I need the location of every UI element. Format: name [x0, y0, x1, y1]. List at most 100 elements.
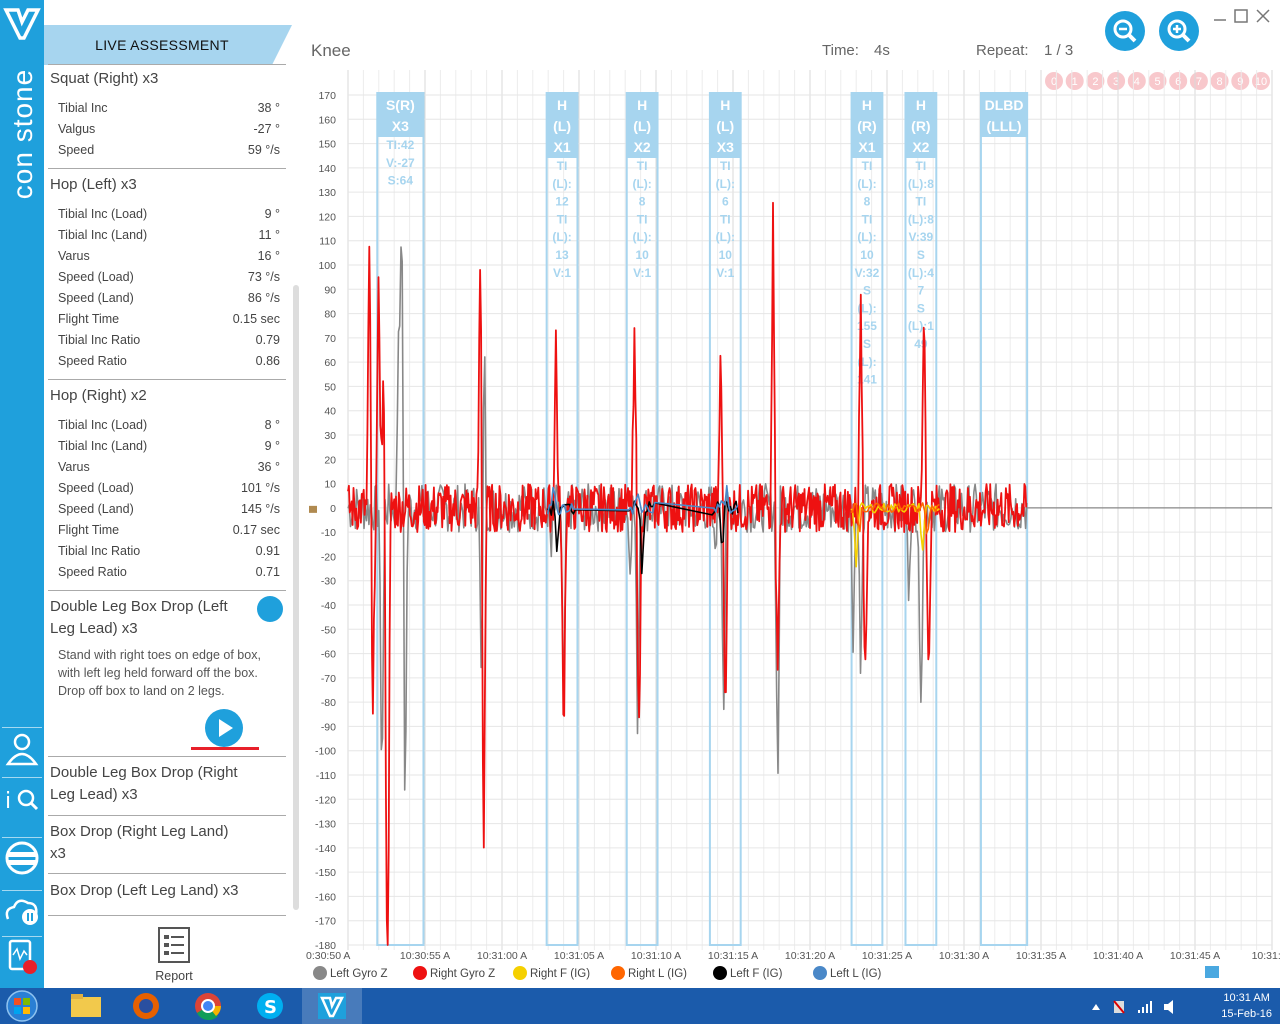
marker-label: 2: [1092, 76, 1098, 88]
x-tick-label: 10:31:40 A: [1093, 950, 1143, 962]
test-zone-label: S(R): [386, 97, 415, 113]
y-tick-label: 0: [330, 503, 336, 515]
test-zone-value: (L):: [632, 230, 651, 244]
test-zone-label: (R): [857, 118, 876, 134]
legend-swatch: [513, 966, 527, 980]
clock-date[interactable]: 15-Feb-16: [1221, 1006, 1272, 1022]
test-zone-label: DLBD: [985, 97, 1024, 113]
info-search-button[interactable]: i: [2, 777, 42, 817]
test-zone-label: (L): [716, 118, 734, 134]
test-zone-value: 13: [555, 248, 569, 262]
y-tick-label: -160: [315, 891, 336, 903]
metric-row: Speed Ratio 0.71: [58, 565, 280, 579]
y-tick-label: 90: [324, 284, 336, 296]
test-title-line2: Leg Lead) x3: [50, 786, 138, 803]
play-button[interactable]: [204, 708, 244, 748]
test-zone-label: (LLL): [987, 118, 1022, 134]
x-tick-label: 10:30:55 A: [400, 950, 450, 962]
test-zone-value: TI: [862, 159, 873, 173]
test-zone-value: S: [863, 337, 871, 351]
y-tick-label: 20: [324, 454, 336, 466]
record-button[interactable]: [2, 936, 42, 976]
section-hop-left[interactable]: Hop (Left) x3 Tibial Inc (Load) 9 ° Tibia…: [44, 174, 286, 372]
test-zone-label: X3: [717, 139, 734, 155]
metric-row: Valgus -27 °: [58, 122, 280, 136]
metric-row: Speed (Land) 86 °/s: [58, 291, 280, 305]
test-box-drop-left[interactable]: Box Drop (Left Leg Land) x3: [44, 880, 286, 902]
y-tick-label: 160: [318, 114, 336, 126]
report-button[interactable]: Report: [149, 926, 199, 983]
start-button[interactable]: [0, 988, 50, 1024]
active-test-title-line1: Double Leg Box Drop (Left: [50, 598, 228, 615]
test-zone-label: X2: [912, 139, 929, 155]
active-test-dlbd-left[interactable]: Double Leg Box Drop (Left Leg Lead) x3 S…: [44, 596, 286, 700]
person-icon: [5, 733, 39, 766]
profile-button[interactable]: [2, 727, 42, 767]
taskbar-explorer[interactable]: [56, 988, 116, 1024]
y-tick-label: -150: [315, 867, 336, 879]
y-tick-label: 50: [324, 381, 336, 393]
active-status-indicator: [257, 596, 283, 622]
test-zone-value: TI:42: [386, 138, 414, 152]
metric-row: Varus 16 °: [58, 249, 280, 263]
taskbar-chrome[interactable]: [178, 988, 238, 1024]
test-title-line1: Box Drop (Left Leg Land) x3: [50, 882, 239, 899]
test-zone-label: H: [720, 97, 730, 113]
cloud-button[interactable]: [2, 890, 42, 930]
y-tick-label: 130: [318, 187, 336, 199]
x-tick-label: 10:31:20 A: [785, 950, 835, 962]
tray-icons[interactable]: [1088, 998, 1188, 1016]
metric-row: Speed Ratio 0.86: [58, 354, 280, 368]
test-zone-value: 10: [719, 248, 733, 262]
section-hop-right[interactable]: Hop (Right) x2 Tibial Inc (Load) 8 ° Tibi…: [44, 385, 286, 583]
clock-time[interactable]: 10:31 AM: [1221, 990, 1272, 1006]
test-title-line2: x3: [50, 845, 66, 862]
constone-icon: [318, 993, 346, 1019]
metric-row: Tibial Inc (Land) 11 °: [58, 228, 280, 242]
y-tick-label: -10: [321, 527, 336, 539]
test-zone-label: X1: [553, 139, 570, 155]
x-tick-label: 10:31:25 A: [862, 950, 912, 962]
app-logo-icon: [3, 8, 41, 40]
test-zone-value: (L):: [857, 230, 876, 244]
y-tick-label: 140: [318, 163, 336, 175]
metric-row: Flight Time 0.15 sec: [58, 312, 280, 326]
x-tick-label: 10:31:15 A: [708, 950, 758, 962]
taskbar-constone[interactable]: [302, 988, 362, 1024]
assessment-panel: LIVE ASSESSMENT Squat (Right) x3 Tibial …: [44, 0, 302, 988]
panel-scrollbar[interactable]: [293, 285, 299, 910]
taskbar-skype[interactable]: S: [240, 988, 300, 1024]
y-tick-label: -140: [315, 843, 336, 855]
y-tick-label: -40: [321, 600, 336, 612]
system-tray: 10:31 AM 15-Feb-16: [1221, 990, 1272, 1022]
test-zone-value: V:1: [716, 266, 734, 280]
y-tick-label: -130: [315, 819, 336, 831]
test-box-drop-right[interactable]: Box Drop (Right Leg Land) x3: [44, 821, 286, 865]
taskbar-firefox[interactable]: [116, 988, 176, 1024]
test-zone-value: (L):1: [908, 319, 934, 333]
y-tick-label: 150: [318, 139, 336, 151]
chart-area: Knee Time: 4s Repeat: 1 / 3 0 1 2 3 4 5 6 7 8 9 10…: [302, 0, 1280, 988]
legend-swatch: [413, 966, 427, 980]
metric-row: Speed (Load) 101 °/s: [58, 481, 280, 495]
test-zone-value: 7: [918, 284, 925, 298]
metric-row: Tibial Inc 38 °: [58, 101, 280, 115]
monitor-record-icon: [8, 939, 37, 974]
section-squat-right[interactable]: Squat (Right) x3 Tibial Inc 38 ° Valgus -2…: [44, 68, 286, 161]
sensor-chart[interactable]: 0 1 2 3 4 5 6 7 8 9 101701601501401301201101009080…: [302, 0, 1280, 988]
y-tick-label: -50: [321, 624, 336, 636]
active-test-description: Stand with right toes on edge of box, wi…: [58, 648, 261, 698]
test-zone-value: V:1: [633, 266, 651, 280]
test-zone-value: 10: [860, 248, 874, 262]
y-tick-label: 100: [318, 260, 336, 272]
live-assessment-tab[interactable]: LIVE ASSESSMENT: [44, 25, 292, 65]
y-tick-label: 60: [324, 357, 336, 369]
sync-button[interactable]: [2, 837, 42, 877]
test-dlbd-right[interactable]: Double Leg Box Drop (Right Leg Lead) x3: [44, 762, 286, 806]
y-tick-label: 120: [318, 211, 336, 223]
test-zone-value: 10: [635, 248, 649, 262]
test-zone-value: (L):: [632, 177, 651, 191]
live-assessment-label: LIVE ASSESSMENT: [95, 37, 229, 53]
legend-label: Left L (IG): [830, 968, 882, 980]
test-zone-value: (L):8: [908, 177, 934, 191]
